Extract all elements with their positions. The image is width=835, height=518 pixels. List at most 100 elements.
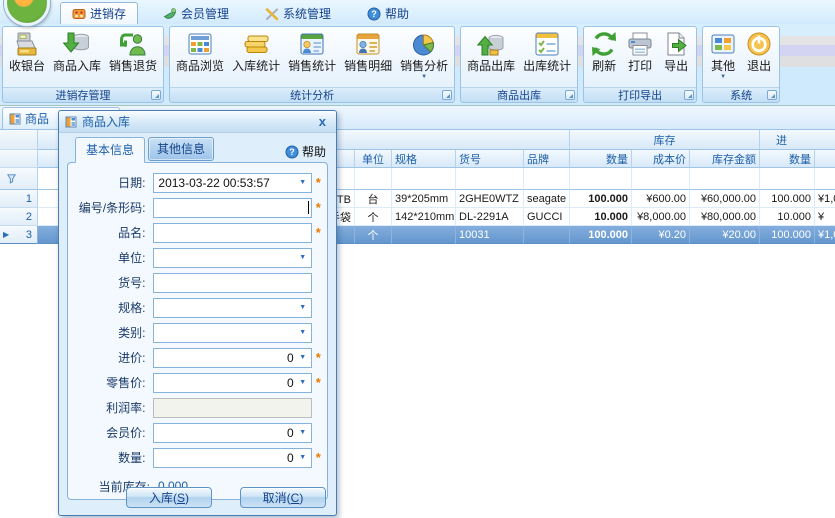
- table-cell[interactable]: 个: [355, 226, 392, 244]
- spin-field[interactable]: 0▼: [153, 448, 311, 468]
- ribbon-button[interactable]: 其他▼: [705, 28, 741, 80]
- stock-in-button[interactable]: 入库(S): [126, 487, 212, 508]
- table-cell[interactable]: [392, 226, 456, 244]
- text-field[interactable]: [153, 198, 311, 218]
- table-cell[interactable]: 142*210mm: [392, 208, 456, 226]
- filter-cell[interactable]: [760, 168, 815, 190]
- filter-cell[interactable]: [632, 168, 690, 190]
- grid-column-header[interactable]: [0, 150, 38, 168]
- spin-field[interactable]: 0▼: [153, 373, 311, 393]
- ribbon-tab-4[interactable]: ?帮助: [356, 3, 420, 24]
- close-icon[interactable]: x: [315, 115, 330, 129]
- table-cell[interactable]: 10.000: [760, 208, 815, 226]
- ribbon-button[interactable]: 销售明细: [340, 28, 396, 73]
- grid-column-header[interactable]: 库存金额: [690, 150, 760, 168]
- dialog-launcher-icon[interactable]: [684, 90, 694, 100]
- chevron-down-icon[interactable]: ▼: [297, 429, 309, 436]
- ribbon-button[interactable]: 退出: [741, 28, 777, 73]
- table-cell[interactable]: 100.000: [760, 190, 815, 208]
- filter-cell[interactable]: [355, 168, 392, 190]
- table-cell[interactable]: [524, 226, 570, 244]
- table-cell[interactable]: ¥20.00: [690, 226, 760, 244]
- chevron-down-icon[interactable]: ▼: [297, 379, 309, 386]
- ribbon-button[interactable]: 商品浏览: [172, 28, 228, 73]
- spin-field[interactable]: 0▼: [153, 348, 311, 368]
- table-cell[interactable]: ¥8,000.00: [632, 208, 690, 226]
- ribbon-button[interactable]: 入库统计: [228, 28, 284, 73]
- text-field[interactable]: [153, 223, 311, 243]
- filter-funnel-icon[interactable]: [6, 173, 17, 184]
- table-cell[interactable]: ¥1,0: [815, 226, 835, 244]
- filter-cell[interactable]: [690, 168, 760, 190]
- dialog-tab-1[interactable]: 基本信息: [75, 137, 145, 163]
- dialog-launcher-icon[interactable]: [565, 90, 575, 100]
- filter-cell[interactable]: [570, 168, 632, 190]
- table-cell[interactable]: 台: [355, 190, 392, 208]
- chevron-down-icon[interactable]: ▼: [297, 329, 309, 336]
- combo-field[interactable]: 2013-03-22 00:53:57▼: [153, 173, 311, 193]
- filter-row-indicator[interactable]: [0, 168, 38, 190]
- table-cell[interactable]: 2GHE0WTZ: [456, 190, 524, 208]
- application-orb-button[interactable]: [4, 0, 50, 26]
- dialog-launcher-icon[interactable]: [442, 90, 452, 100]
- table-cell[interactable]: 100.000: [760, 226, 815, 244]
- ribbon-button[interactable]: 导出: [658, 28, 694, 73]
- table-cell[interactable]: 39*205mm: [392, 190, 456, 208]
- table-cell[interactable]: ¥80,000.00: [690, 208, 760, 226]
- ribbon-button[interactable]: 商品入库: [49, 28, 105, 73]
- table-cell[interactable]: ¥1,0: [815, 190, 835, 208]
- grid-column-header[interactable]: 数量: [570, 150, 632, 168]
- table-cell[interactable]: 10.000: [570, 208, 632, 226]
- combo-field[interactable]: ▼: [153, 248, 311, 268]
- chevron-down-icon[interactable]: ▼: [297, 354, 309, 361]
- help-link[interactable]: ?帮助: [285, 143, 326, 163]
- table-cell[interactable]: seagate: [524, 190, 570, 208]
- grid-column-header[interactable]: 成本价: [632, 150, 690, 168]
- ribbon-button[interactable]: 刷新: [586, 28, 622, 73]
- ribbon-button[interactable]: 打印: [622, 28, 658, 73]
- chevron-down-icon[interactable]: ▼: [297, 254, 309, 261]
- ribbon-tab-3[interactable]: 系统管理: [254, 3, 342, 24]
- chevron-down-icon[interactable]: ▼: [297, 454, 309, 461]
- grid-column-header[interactable]: 品牌: [524, 150, 570, 168]
- table-cell[interactable]: ¥: [815, 208, 835, 226]
- table-cell[interactable]: ¥60,000.00: [690, 190, 760, 208]
- ribbon-tab-2[interactable]: 会员管理: [152, 3, 240, 24]
- ribbon-button[interactable]: 商品出库: [463, 28, 519, 73]
- grid-column-header[interactable]: 货号: [456, 150, 524, 168]
- combo-field[interactable]: ▼: [153, 298, 311, 318]
- table-cell[interactable]: ¥0.20: [632, 226, 690, 244]
- table-cell[interactable]: DL-2291A: [456, 208, 524, 226]
- filter-cell[interactable]: [524, 168, 570, 190]
- grid-column-header[interactable]: 数量: [760, 150, 815, 168]
- ribbon-button[interactable]: 收银台: [5, 28, 49, 73]
- cancel-button[interactable]: 取消(C): [240, 487, 326, 508]
- text-field[interactable]: [153, 273, 311, 293]
- grid-column-header[interactable]: [815, 150, 835, 168]
- ribbon-button-label: 刷新: [592, 59, 616, 73]
- grid-column-header[interactable]: 规格: [392, 150, 456, 168]
- chevron-down-icon[interactable]: ▼: [297, 179, 309, 186]
- ribbon-button[interactable]: 出库统计: [519, 28, 575, 73]
- table-cell[interactable]: 100.000: [570, 226, 632, 244]
- table-cell[interactable]: 个: [355, 208, 392, 226]
- dialog-tab-2[interactable]: 其他信息: [148, 137, 214, 161]
- grid-column-header[interactable]: 单位: [355, 150, 392, 168]
- ribbon-button[interactable]: 销售退货: [105, 28, 161, 73]
- combo-field[interactable]: ▼: [153, 323, 311, 343]
- spin-field[interactable]: 0▼: [153, 423, 311, 443]
- filter-cell[interactable]: [815, 168, 835, 190]
- dialog-launcher-icon[interactable]: [767, 90, 777, 100]
- table-cell[interactable]: 100.000: [570, 190, 632, 208]
- ribbon-tab-1[interactable]: 进销存: [60, 2, 138, 24]
- filter-cell[interactable]: [456, 168, 524, 190]
- ribbon-button[interactable]: 销售统计: [284, 28, 340, 73]
- table-cell[interactable]: ¥600.00: [632, 190, 690, 208]
- filter-cell[interactable]: [392, 168, 456, 190]
- ribbon-button[interactable]: 销售分析▼: [396, 28, 452, 80]
- table-cell[interactable]: 10031: [456, 226, 524, 244]
- chevron-down-icon[interactable]: ▼: [297, 304, 309, 311]
- dialog-title-bar[interactable]: 商品入库 x: [59, 111, 336, 133]
- dialog-launcher-icon[interactable]: [151, 90, 161, 100]
- table-cell[interactable]: GUCCI: [524, 208, 570, 226]
